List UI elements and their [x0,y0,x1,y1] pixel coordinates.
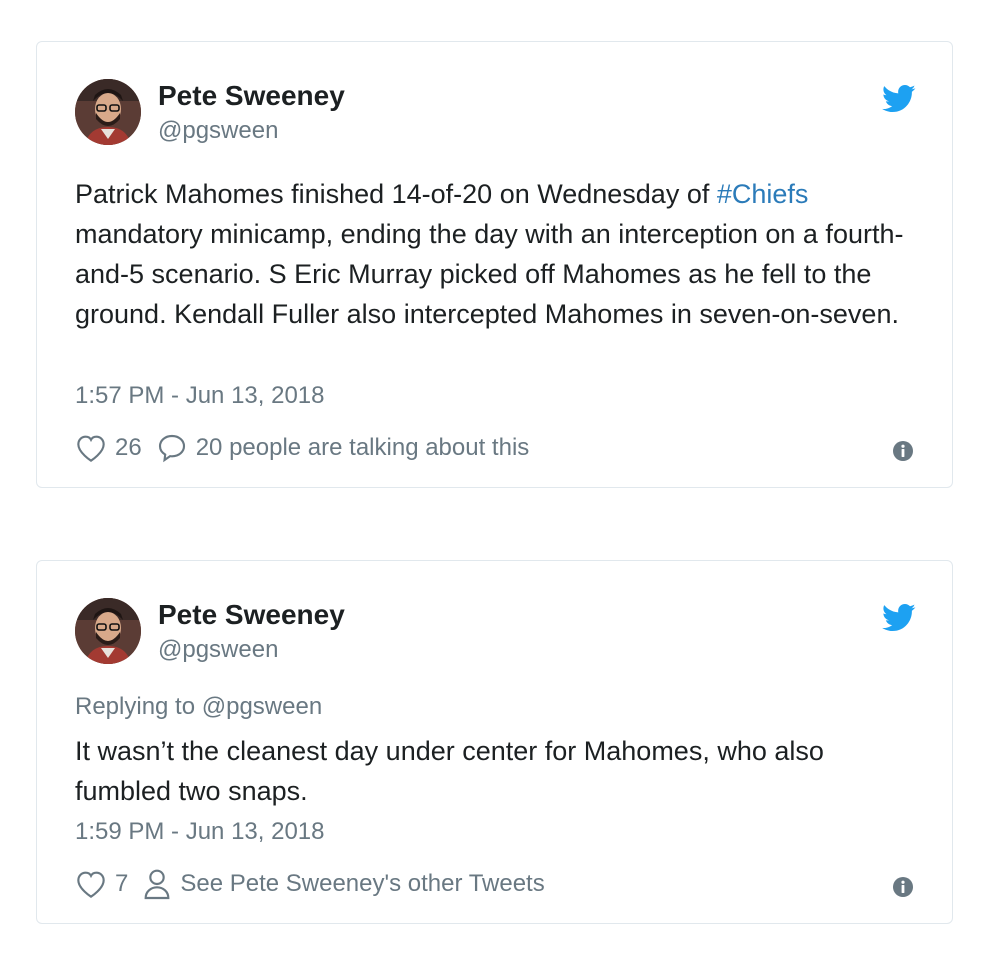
like-button[interactable]: 7 [75,869,142,899]
replying-to-label[interactable]: Replying to @pgsween [75,693,322,721]
tweet-card: Pete Sweeney @pgsween Replying to @pgswe… [36,560,953,924]
tweet-text: It wasn’t the cleanest day under center … [75,736,824,806]
hashtag-link[interactable]: #Chiefs [717,179,809,209]
info-icon[interactable] [892,440,914,462]
info-icon[interactable] [892,876,914,898]
author-handle[interactable]: @pgsween [158,117,278,145]
person-icon [144,869,170,900]
tweet-timestamp[interactable]: 1:57 PM - Jun 13, 2018 [75,382,325,410]
avatar[interactable] [75,79,141,145]
author-handle[interactable]: @pgsween [158,636,278,664]
tweet-card: Pete Sweeney @pgsween Patrick Mahomes fi… [36,41,953,488]
tweet-timestamp[interactable]: 1:59 PM - Jun 13, 2018 [75,818,325,846]
other-tweets-link[interactable]: See Pete Sweeney's other Tweets [142,868,558,900]
author-name[interactable]: Pete Sweeney [158,599,345,631]
heart-icon [77,435,105,462]
avatar[interactable] [75,598,141,664]
author-name[interactable]: Pete Sweeney [158,80,345,112]
conversation-label: 20 people are talking about this [195,434,530,461]
tweet-text-part: Patrick Mahomes finished 14-of-20 on Wed… [75,179,717,209]
heart-icon [77,871,105,898]
like-count: 26 [115,434,142,461]
other-tweets-label: See Pete Sweeney's other Tweets [180,870,545,897]
twitter-bird-icon[interactable] [882,84,916,114]
conversation-link[interactable]: 20 people are talking about this [156,432,544,464]
speech-bubble-icon [158,434,185,463]
tweet-text-part: mandatory minicamp, ending the day with … [75,219,904,329]
tweet-text: Patrick Mahomes finished 14-of-20 on Wed… [75,174,916,334]
like-count: 7 [115,870,129,897]
twitter-bird-icon[interactable] [882,603,916,633]
tweet-actions: 26 20 people are talking about this [75,430,543,466]
tweet-actions: 7 See Pete Sweeney's other Tweets [75,866,559,902]
like-button[interactable]: 26 [75,433,156,463]
